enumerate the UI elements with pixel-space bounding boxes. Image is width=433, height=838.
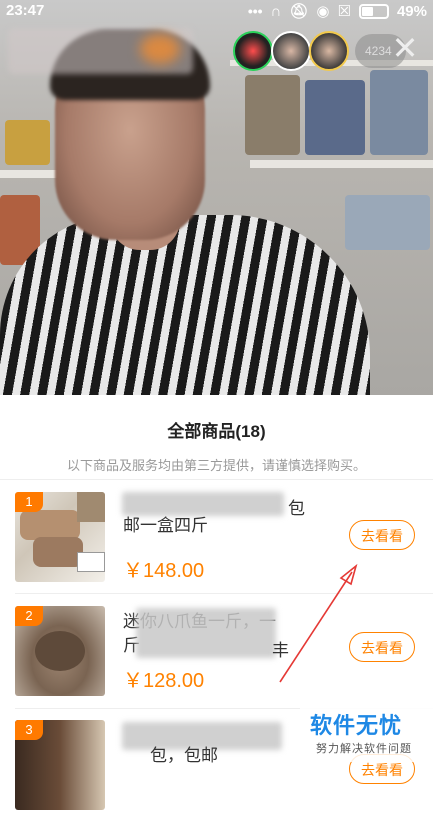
- watermark: 软件无忧 努力解决软件问题: [300, 706, 433, 762]
- annotation-arrow: [279, 563, 358, 683]
- watermark-sub: 努力解决软件问题: [316, 743, 412, 755]
- watermark-main: 软件无忧: [310, 713, 403, 738]
